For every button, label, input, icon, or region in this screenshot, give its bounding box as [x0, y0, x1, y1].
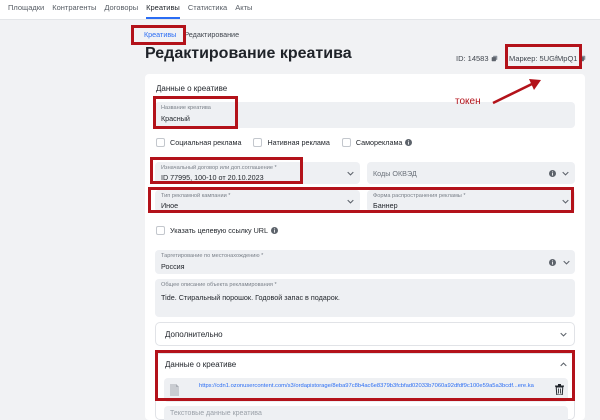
breadcrumb-current: Редактирование — [184, 30, 240, 39]
chevron-down-icon — [562, 199, 569, 204]
section-title: Данные о креативе — [156, 84, 228, 93]
description-value: Tide. Стиральный порошок. Годовой запас … — [161, 293, 340, 302]
creative-marker-text: Маркер: 5UGfMpQ1 — [509, 54, 578, 63]
ad-form-value: Баннер — [373, 201, 398, 210]
chevron-down-icon — [347, 171, 354, 176]
checkbox-box[interactable] — [156, 226, 165, 235]
creative-id: ID: 14583 — [456, 54, 498, 63]
info-icon[interactable] — [549, 259, 556, 266]
geo-targeting-select[interactable]: Таргетирование по местонахождению * Росс… — [155, 250, 575, 274]
additional-section-title: Дополнительно — [165, 330, 223, 339]
top-navigation: Площадки Контрагенты Договоры Креативы С… — [0, 0, 600, 20]
creative-text-field[interactable]: Текстовые данные креатива — [164, 406, 568, 420]
creative-id-text: ID: 14583 — [456, 54, 489, 63]
creative-name-value: Красный — [161, 114, 190, 123]
creative-name-field[interactable]: Название креатива Красный — [155, 102, 575, 128]
additional-section-toggle[interactable]: Дополнительно — [155, 322, 575, 346]
token-annotation-label: токен — [455, 96, 481, 107]
target-url-checkbox[interactable]: Указать целевую ссылку URL — [156, 226, 278, 235]
nav-item-acts[interactable]: Акты — [235, 3, 252, 19]
chevron-down-icon — [562, 171, 569, 176]
nav-item-creatives[interactable]: Креативы — [146, 3, 180, 19]
trash-icon[interactable] — [555, 384, 564, 395]
okved-placeholder: Коды ОКВЭД — [373, 169, 417, 178]
checkbox-label: Указать целевую ссылку URL — [170, 226, 268, 235]
copy-icon[interactable] — [579, 55, 586, 62]
creative-data-section-title: Данные о креативе — [165, 360, 237, 369]
checkbox-box[interactable] — [156, 138, 165, 147]
checkbox-box[interactable] — [341, 138, 351, 147]
campaign-type-select[interactable]: Тип рекламной кампании * Иное — [155, 190, 360, 212]
nav-item-counterparties[interactable]: Контрагенты — [52, 3, 96, 19]
creative-marker: Маркер: 5UGfMpQ1 — [509, 54, 586, 63]
file-icon — [170, 384, 179, 396]
ad-form-select[interactable]: Форма распространения рекламы * Баннер — [367, 190, 575, 212]
creative-text-placeholder: Текстовые данные креатива — [170, 410, 262, 417]
creative-data-panel: https://cdn1.ozonusercontent.com/s3/orda… — [155, 374, 575, 420]
creative-type-checkboxes: Социальная реклама Нативная реклама Само… — [156, 138, 424, 147]
checkbox-label: Нативная реклама — [267, 138, 330, 147]
checkbox-label: Самореклама — [355, 138, 403, 147]
checkbox-label: Социальная реклама — [170, 138, 242, 147]
description-label: Общее описание объекта рекламирования * — [161, 282, 277, 288]
description-textarea[interactable]: Общее описание объекта рекламирования * … — [155, 279, 575, 317]
creative-name-label: Название креатива — [161, 105, 211, 111]
social-ad-checkbox[interactable]: Социальная реклама — [156, 138, 241, 147]
page-title: Редактирование креатива — [145, 45, 352, 62]
native-ad-checkbox[interactable]: Нативная реклама — [253, 138, 330, 147]
info-icon[interactable] — [549, 170, 556, 177]
checkbox-box[interactable] — [253, 138, 263, 147]
breadcrumb: Креативы Редактирование — [144, 30, 239, 39]
contract-label: Изначальный договор или доп.соглашение * — [161, 165, 277, 171]
chevron-up-icon — [560, 362, 567, 367]
info-icon[interactable] — [271, 227, 278, 234]
geo-targeting-value: Россия — [161, 262, 185, 271]
file-url-link[interactable]: https://cdn1.ozonusercontent.com/s3/orda… — [199, 382, 554, 390]
contract-select[interactable]: Изначальный договор или доп.соглашение *… — [155, 162, 360, 184]
nav-item-platforms[interactable]: Площадки — [8, 3, 44, 19]
self-ad-checkbox[interactable]: Самореклама — [341, 138, 413, 147]
creative-form-card: Данные о креативе Название креатива Крас… — [145, 74, 585, 420]
chevron-down-icon — [560, 332, 567, 337]
nav-item-contracts[interactable]: Договоры — [104, 3, 138, 19]
breadcrumb-creatives-link[interactable]: Креативы — [144, 30, 176, 39]
ad-form-label: Форма распространения рекламы * — [373, 193, 466, 199]
info-icon[interactable] — [405, 139, 413, 146]
creative-data-section-toggle[interactable]: Данные о креативе — [155, 353, 575, 375]
chevron-down-icon — [563, 260, 570, 265]
campaign-type-label: Тип рекламной кампании * — [161, 193, 231, 199]
file-row: https://cdn1.ozonusercontent.com/s3/orda… — [164, 378, 568, 402]
campaign-type-value: Иное — [161, 201, 179, 210]
chevron-down-icon — [347, 199, 354, 204]
geo-targeting-label: Таргетирование по местонахождению * — [161, 253, 264, 259]
copy-icon[interactable] — [491, 55, 498, 62]
nav-item-statistics[interactable]: Статистика — [188, 3, 227, 19]
contract-value: ID 77995, 100-10 от 20.10.2023 — [161, 173, 264, 182]
okved-select[interactable]: Коды ОКВЭД — [367, 162, 575, 184]
